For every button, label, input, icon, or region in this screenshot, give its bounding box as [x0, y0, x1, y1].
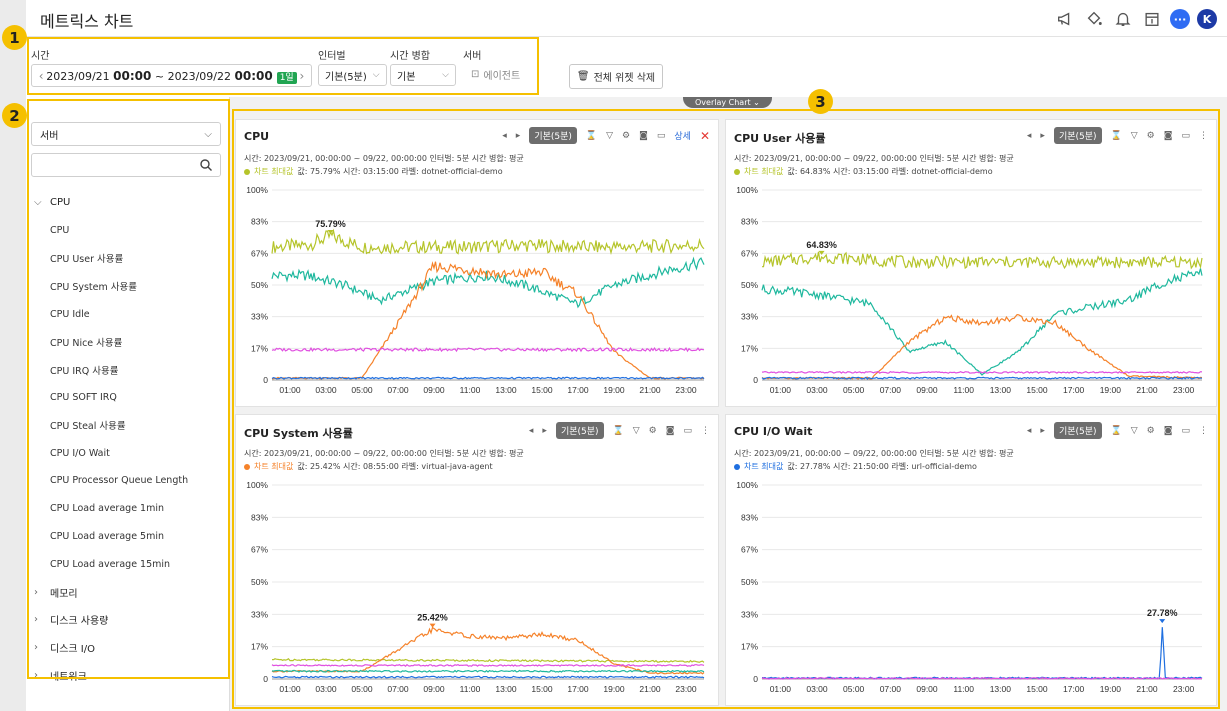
overlay-chart-tab[interactable]: Overlay Chart ⌄: [683, 97, 772, 108]
chat-icon[interactable]: ···: [1170, 9, 1190, 29]
header-icons: ··· K: [1054, 9, 1217, 29]
trash-icon: 🗑: [576, 71, 590, 82]
calendar-icon[interactable]: [1141, 9, 1163, 29]
paint-bucket-icon[interactable]: [1083, 9, 1105, 29]
page-title: 메트릭스 차트: [40, 12, 134, 31]
megaphone-icon[interactable]: [1054, 9, 1076, 29]
highlight-box-2: [27, 99, 230, 679]
badge-1: 1: [2, 25, 27, 50]
avatar[interactable]: K: [1197, 9, 1217, 29]
highlight-box-1: [27, 37, 539, 95]
highlight-box-3: [232, 109, 1220, 709]
bell-icon[interactable]: [1112, 9, 1134, 29]
delete-all-widgets-button[interactable]: 🗑 전체 위젯 삭제: [569, 64, 663, 89]
app-root: 메트릭스 차트 ··· K 시간 ‹ 2023/09/21 00:00 ~ 20…: [0, 0, 1227, 711]
page-header: 메트릭스 차트 ··· K: [26, 0, 1227, 37]
badge-2: 2: [2, 103, 27, 128]
badge-3: 3: [808, 89, 833, 114]
